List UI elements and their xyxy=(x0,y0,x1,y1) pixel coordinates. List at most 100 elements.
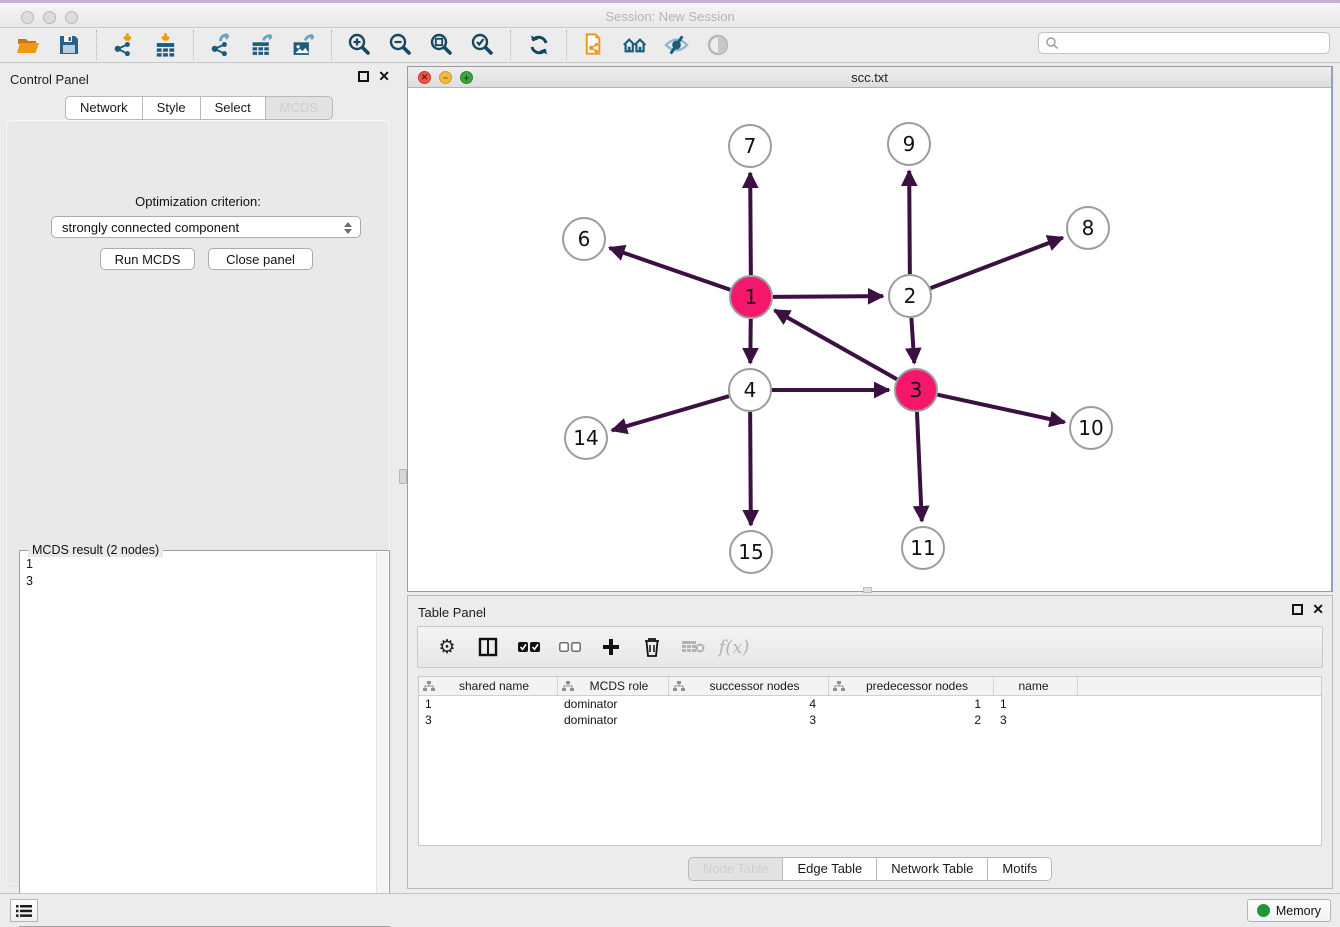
table-cell[interactable]: 1 xyxy=(994,696,1078,712)
network-canvas[interactable]: 7 9 6 8 1 2 4 3 14 10 15 11 xyxy=(408,88,1331,591)
column-type-icon xyxy=(562,681,574,692)
table-tab-network-table[interactable]: Network Table xyxy=(877,857,988,881)
float-panel-icon[interactable] xyxy=(358,71,369,82)
graph-node-4[interactable]: 4 xyxy=(729,369,771,411)
close-table-panel-icon[interactable]: ✕ xyxy=(1312,604,1324,615)
graph-node-3[interactable]: 3 xyxy=(895,369,937,411)
svg-text:7: 7 xyxy=(744,134,757,158)
clone-network-icon[interactable] xyxy=(581,32,608,59)
graph-edge-3-11[interactable] xyxy=(917,412,922,521)
export-image-icon[interactable] xyxy=(290,32,317,59)
zoom-out-icon[interactable] xyxy=(387,32,414,59)
main-toolbar xyxy=(0,28,1340,63)
graph-node-11[interactable]: 11 xyxy=(902,527,944,569)
tab-select[interactable]: Select xyxy=(201,96,266,120)
table-toolbar: ⚙ f(x) xyxy=(417,626,1323,668)
column-layout-icon[interactable] xyxy=(476,635,500,659)
graph-node-15[interactable]: 15 xyxy=(730,531,772,573)
graph-edge-4-15[interactable] xyxy=(750,412,751,525)
network-resize-handle[interactable] xyxy=(863,587,872,593)
tab-network[interactable]: Network xyxy=(65,96,143,120)
column-header-shared-name[interactable]: shared name xyxy=(419,677,558,695)
table-cell[interactable]: 1 xyxy=(419,696,558,712)
task-history-button[interactable] xyxy=(10,899,38,922)
save-session-icon[interactable] xyxy=(55,32,82,59)
graph-node-10[interactable]: 10 xyxy=(1070,407,1112,449)
column-header-MCDS-role[interactable]: MCDS role xyxy=(558,677,669,695)
delete-table-icon[interactable] xyxy=(681,635,705,659)
zoom-fit-icon[interactable] xyxy=(428,32,455,59)
graph-node-2[interactable]: 2 xyxy=(889,275,931,317)
import-table-icon[interactable] xyxy=(152,32,179,59)
table-cell[interactable]: 3 xyxy=(669,712,829,728)
zoom-in-icon[interactable] xyxy=(346,32,373,59)
table-cell[interactable]: dominator xyxy=(558,696,669,712)
zoom-selected-icon[interactable] xyxy=(469,32,496,59)
graph-edge-1-7[interactable] xyxy=(750,173,751,275)
graph-edge-3-10[interactable] xyxy=(937,395,1064,423)
add-column-icon[interactable] xyxy=(599,635,623,659)
gear-icon[interactable]: ⚙ xyxy=(435,635,459,659)
tab-style[interactable]: Style xyxy=(143,96,201,120)
svg-text:1: 1 xyxy=(745,285,758,309)
graph-node-6[interactable]: 6 xyxy=(563,218,605,260)
close-panel-button[interactable]: Close panel xyxy=(208,248,313,270)
graph-edge-2-9[interactable] xyxy=(909,171,910,274)
graph-node-14[interactable]: 14 xyxy=(565,417,607,459)
svg-text:4: 4 xyxy=(744,378,757,402)
graph-edge-4-14[interactable] xyxy=(612,396,729,430)
open-file-icon[interactable] xyxy=(14,32,41,59)
float-table-panel-icon[interactable] xyxy=(1292,604,1303,615)
memory-button[interactable]: Memory xyxy=(1247,899,1331,922)
first-neighbors-icon[interactable] xyxy=(622,32,649,59)
control-panel: Control Panel ✕ NetworkStyleSelectMCDS O… xyxy=(0,63,398,890)
graph-edge-3-1[interactable] xyxy=(775,310,897,379)
close-panel-icon[interactable]: ✕ xyxy=(378,71,390,82)
show-all-icon[interactable] xyxy=(704,32,731,59)
table-header-row: shared nameMCDS rolesuccessor nodesprede… xyxy=(419,677,1321,696)
function-builder-icon[interactable]: f(x) xyxy=(722,635,746,659)
column-header-successor-nodes[interactable]: successor nodes xyxy=(669,677,829,695)
network-window-titlebar[interactable]: ✕ − + scc.txt xyxy=(408,67,1331,88)
graph-node-1[interactable]: 1 xyxy=(730,276,772,318)
table-tab-node-table[interactable]: Node Table xyxy=(688,857,784,881)
graph-edge-1-6[interactable] xyxy=(610,248,731,290)
select-all-icon[interactable] xyxy=(517,635,541,659)
table-row[interactable]: 3dominator323 xyxy=(419,712,1321,728)
column-header-predecessor-nodes[interactable]: predecessor nodes xyxy=(829,677,994,695)
criterion-select[interactable]: strongly connected component xyxy=(51,216,361,238)
memory-status-icon xyxy=(1257,904,1270,917)
status-bar: Memory xyxy=(0,893,1340,926)
table-cell[interactable]: 2 xyxy=(829,712,994,728)
deselect-all-icon[interactable] xyxy=(558,635,582,659)
list-icon xyxy=(16,904,32,918)
import-network-icon[interactable] xyxy=(111,32,138,59)
graph-edge-1-2[interactable] xyxy=(773,296,883,297)
graph-edge-2-3[interactable] xyxy=(911,318,914,363)
export-table-icon[interactable] xyxy=(249,32,276,59)
refresh-icon[interactable] xyxy=(525,32,552,59)
graph-node-8[interactable]: 8 xyxy=(1067,207,1109,249)
run-mcds-button[interactable]: Run MCDS xyxy=(100,248,195,270)
table-cell[interactable]: dominator xyxy=(558,712,669,728)
table-panel: Table Panel ✕ ⚙ f(x) xyxy=(407,595,1333,889)
search-field[interactable] xyxy=(1038,32,1330,54)
column-header-name[interactable]: name xyxy=(994,677,1078,695)
delete-column-icon[interactable] xyxy=(640,635,664,659)
tab-mcds[interactable]: MCDS xyxy=(266,96,333,120)
search-input[interactable] xyxy=(1059,36,1329,50)
table-cell[interactable]: 3 xyxy=(994,712,1078,728)
table-tab-motifs[interactable]: Motifs xyxy=(988,857,1052,881)
graph-node-9[interactable]: 9 xyxy=(888,123,930,165)
graph-node-7[interactable]: 7 xyxy=(729,125,771,167)
result-scrollbar[interactable] xyxy=(376,552,388,925)
export-network-icon[interactable] xyxy=(208,32,235,59)
table-cell[interactable]: 4 xyxy=(669,696,829,712)
panel-divider-handle[interactable] xyxy=(399,469,407,484)
hide-selected-icon[interactable] xyxy=(663,32,690,59)
table-tab-edge-table[interactable]: Edge Table xyxy=(783,857,877,881)
table-cell[interactable]: 1 xyxy=(829,696,994,712)
table-cell[interactable]: 3 xyxy=(419,712,558,728)
graph-edge-2-8[interactable] xyxy=(931,238,1063,289)
table-row[interactable]: 1dominator411 xyxy=(419,696,1321,712)
